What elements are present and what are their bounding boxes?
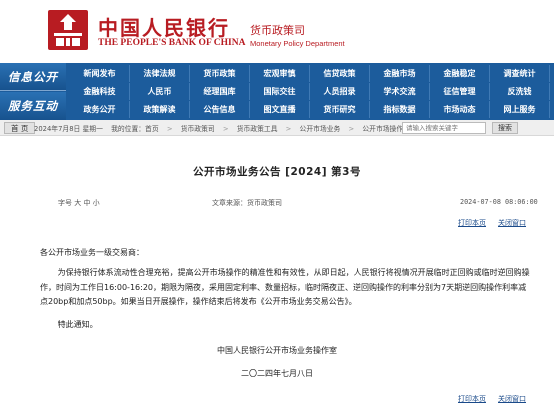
article-source: 文章来源：货币政策司 (212, 199, 282, 207)
nav-item[interactable]: 货币政策 (190, 65, 250, 82)
main-navigation: 信息公开 服务互动 新闻发布 法律法规 货币政策 宏观审慎 信贷政策 金融市场 … (0, 63, 554, 120)
location-bar: 首 页 2024年7月8日 星期一 我的位置：首页 > 货币政策司 > 货币政策… (0, 120, 554, 136)
nav-item[interactable]: 信贷政策 (310, 65, 370, 82)
breadcrumb: 2024年7月8日 星期一 我的位置：首页 > 货币政策司 > 货币政策工具 >… (34, 123, 423, 133)
brand-name-en: THE PEOPLE'S BANK OF CHINA (98, 38, 246, 48)
search-button[interactable]: 搜索 (492, 122, 518, 134)
breadcrumb-item[interactable]: 公开市场业务 (300, 125, 341, 133)
site-header: 中国人民银行 THE PEOPLE'S BANK OF CHINA 货币政策司 … (0, 0, 554, 63)
nav-item[interactable]: 市场动态 (430, 101, 490, 118)
nav-item[interactable]: 货币研究 (310, 101, 370, 118)
signature-organization: 中国人民银行公开市场业务操作室 (217, 346, 337, 355)
breadcrumb-separator: > (348, 125, 355, 133)
nav-item[interactable]: 人员招录 (310, 83, 370, 100)
article: 公开市场业务公告 [2024] 第3号 字号 大 中 小 文章来源：货币政策司 … (0, 136, 554, 417)
home-button[interactable]: 首 页 (4, 122, 36, 134)
nav-item[interactable]: 调查统计 (490, 65, 550, 82)
close-window-link-bottom[interactable]: 关闭窗口 (498, 394, 526, 404)
article-date: 2024-07-08 08:06:00 (460, 198, 538, 206)
article-salutation: 各公开市场业务一级交易商： (40, 248, 144, 257)
nav-grid: 新闻发布 法律法规 货币政策 宏观审慎 信贷政策 金融市场 金融稳定 调查统计 … (70, 65, 554, 118)
breadcrumb-item[interactable]: 货币政策工具 (237, 125, 278, 133)
nav-section-info-disclosure[interactable]: 信息公开 (0, 63, 66, 91)
nav-item[interactable]: 宏观审慎 (250, 65, 310, 82)
nav-item[interactable]: 公告信息 (190, 101, 250, 118)
breadcrumb-label[interactable]: 我的位置：首页 (111, 125, 159, 133)
brand-name-cn[interactable]: 中国人民银行 (98, 12, 230, 41)
nav-item[interactable]: 金融科技 (70, 83, 130, 100)
font-size-selector[interactable]: 字号 大 中 小 (58, 198, 100, 208)
article-notice: 特此通知。 (57, 320, 98, 329)
current-date: 2024年7月8日 星期一 (34, 125, 103, 133)
pboc-logo-icon[interactable] (46, 8, 90, 52)
nav-section-service-interaction[interactable]: 服务互动 (0, 92, 66, 120)
department-name-en: Monetary Policy Department (250, 39, 345, 48)
nav-item[interactable]: 国际交往 (250, 83, 310, 100)
article-title: 公开市场业务公告 [2024] 第3号 (193, 166, 361, 178)
nav-item[interactable]: 网上服务 (490, 101, 550, 118)
print-page-link-bottom[interactable]: 打印本页 (458, 394, 486, 404)
nav-item[interactable]: 金融市场 (370, 65, 430, 82)
nav-item[interactable]: 金融稳定 (430, 65, 490, 82)
nav-item[interactable]: 学术交流 (370, 83, 430, 100)
nav-item[interactable]: 法律法规 (130, 65, 190, 82)
nav-item[interactable]: 经理国库 (190, 83, 250, 100)
nav-item[interactable]: 政策解读 (130, 101, 190, 118)
breadcrumb-separator: > (285, 125, 292, 133)
nav-item[interactable]: 新闻发布 (70, 65, 130, 82)
nav-item[interactable]: 征信管理 (430, 83, 490, 100)
article-paragraph: 为保持银行体系流动性合理充裕，提高公开市场操作的精准性和有效性，从即日起，人民银… (40, 268, 530, 306)
nav-item[interactable]: 政务公开 (70, 101, 130, 118)
print-page-link[interactable]: 打印本页 (458, 218, 486, 228)
nav-item[interactable]: 指标数据 (370, 101, 430, 118)
signature-date: 二〇二四年七月八日 (241, 369, 313, 378)
department-name-cn: 货币政策司 (250, 24, 305, 37)
nav-item[interactable]: 图文直播 (250, 101, 310, 118)
search-input[interactable] (402, 122, 486, 134)
breadcrumb-separator: > (222, 125, 229, 133)
nav-item[interactable]: 人民币 (130, 83, 190, 100)
breadcrumb-item[interactable]: 货币政策司 (181, 125, 215, 133)
close-window-link[interactable]: 关闭窗口 (498, 218, 526, 228)
breadcrumb-separator: > (166, 125, 173, 133)
nav-item[interactable]: 反洗钱 (490, 83, 550, 100)
